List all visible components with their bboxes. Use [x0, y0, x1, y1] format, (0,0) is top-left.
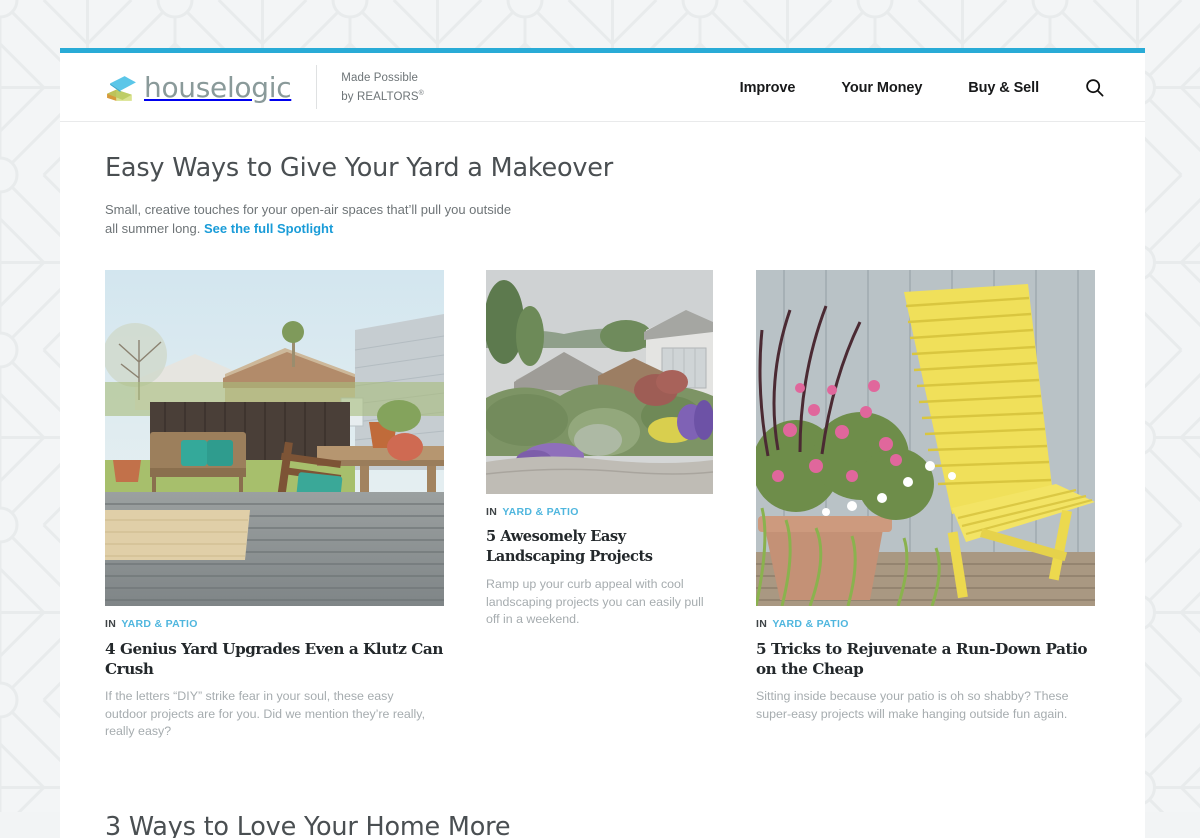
- main-navigation: Improve Your Money Buy & Sell: [694, 53, 1107, 122]
- tagline-line-1: Made Possible: [341, 71, 419, 84]
- lower-section: 3 Ways to Love Your Home More Storage Id…: [105, 812, 1100, 838]
- article-kicker: IN YARD & PATIO: [486, 506, 713, 518]
- tagline-line-2: by REALTORS®: [341, 86, 424, 105]
- article-description: Ramp up your curb appeal with cool lands…: [486, 577, 704, 626]
- article-title-link[interactable]: 5 Awesomely Easy Landscaping Projects: [486, 527, 713, 567]
- site-logo-link[interactable]: houselogic: [105, 70, 292, 104]
- site-logo-wordmark: houselogic: [144, 70, 292, 104]
- content-area: Easy Ways to Give Your Yard a Makeover S…: [60, 153, 1145, 838]
- article-card: IN YARD & PATIO 4 Genius Yard Upgrades E…: [105, 270, 444, 753]
- tagline: Made Possible by REALTORS®: [341, 70, 424, 105]
- search-icon[interactable]: [1083, 76, 1107, 100]
- main-content-panel: houselogic Made Possible by REALTORS® Im…: [60, 48, 1145, 838]
- article-title-link[interactable]: 5 Tricks to Rejuvenate a Run-Down Patio …: [756, 639, 1095, 679]
- article-image-yellow-patio-chair[interactable]: [756, 270, 1095, 606]
- article-image-landscaped-yard[interactable]: [486, 270, 713, 494]
- lower-section-title: 3 Ways to Love Your Home More: [105, 811, 511, 838]
- article-description: Sitting inside because your patio is oh …: [756, 689, 1069, 721]
- category-link-yard-and-patio[interactable]: YARD & PATIO: [121, 618, 197, 630]
- site-header: houselogic Made Possible by REALTORS® Im…: [60, 53, 1145, 122]
- page-title: Easy Ways to Give Your Yard a Makeover: [105, 153, 614, 183]
- article-card-grid: IN YARD & PATIO 4 Genius Yard Upgrades E…: [105, 270, 1100, 753]
- article-image-backyard-deck[interactable]: [105, 270, 444, 606]
- registered-mark: ®: [418, 89, 424, 97]
- page-description: Small, creative touches for your open-ai…: [105, 200, 525, 238]
- article-kicker: IN YARD & PATIO: [756, 618, 1095, 630]
- see-full-spotlight-link[interactable]: See the full Spotlight: [204, 221, 333, 236]
- nav-item-buy-and-sell[interactable]: Buy & Sell: [968, 80, 1039, 96]
- nav-item-your-money[interactable]: Your Money: [841, 80, 922, 96]
- header-divider: [316, 65, 318, 109]
- category-link-yard-and-patio[interactable]: YARD & PATIO: [502, 506, 578, 518]
- nav-item-improve[interactable]: Improve: [740, 80, 796, 96]
- tagline-realtors: by REALTORS: [341, 90, 419, 103]
- article-card: IN YARD & PATIO 5 Awesomely Easy Landsca…: [486, 270, 713, 753]
- article-card: IN YARD & PATIO 5 Tricks to Rejuvenate a…: [756, 270, 1095, 753]
- article-kicker: IN YARD & PATIO: [105, 618, 444, 630]
- kicker-prefix: IN: [105, 618, 117, 630]
- kicker-prefix: IN: [486, 506, 498, 518]
- kicker-prefix: IN: [756, 618, 768, 630]
- houselogic-house-icon: [105, 71, 138, 104]
- article-title-link[interactable]: 4 Genius Yard Upgrades Even a Klutz Can …: [105, 639, 444, 679]
- article-description: If the letters “DIY” strike fear in your…: [105, 689, 426, 738]
- category-link-yard-and-patio[interactable]: YARD & PATIO: [772, 618, 848, 630]
